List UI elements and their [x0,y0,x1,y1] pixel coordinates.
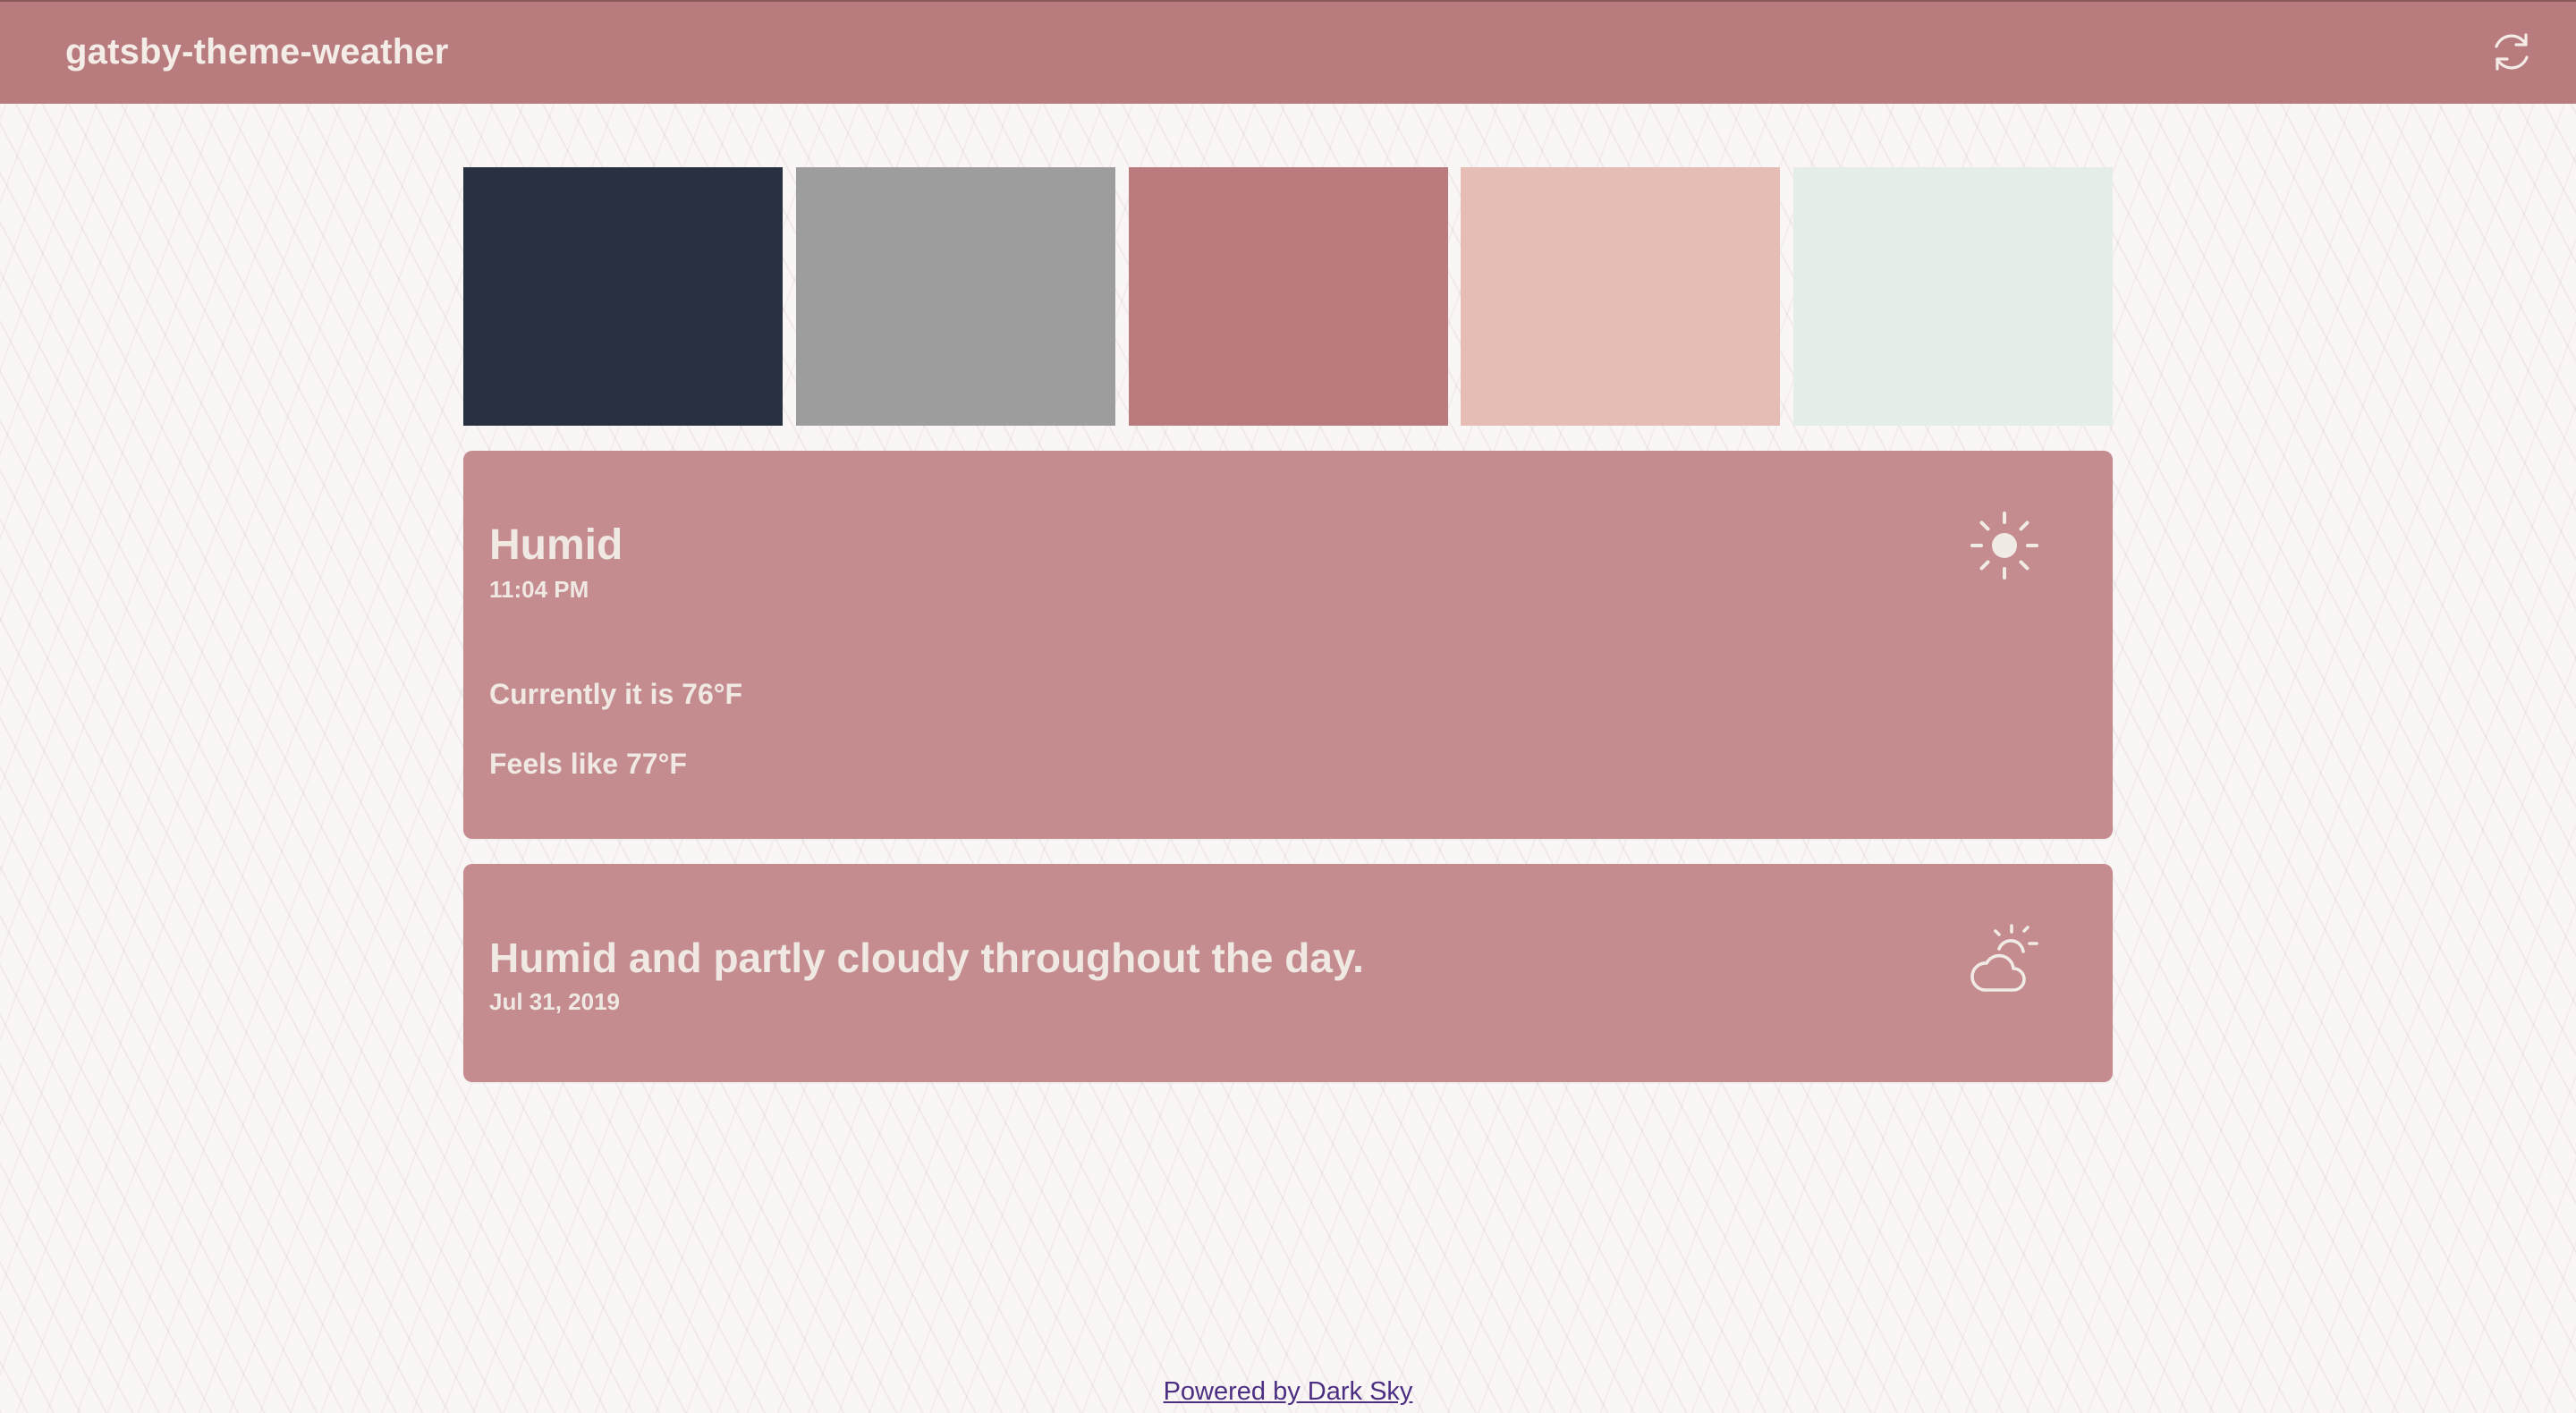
partly-cloudy-day-icon [1967,922,2042,997]
swatch-1 [463,167,783,426]
current-time: 11:04 PM [489,576,589,603]
forecast-date: Jul 31, 2019 [489,988,620,1015]
swatch-5 [1793,167,2113,426]
footer: Powered by Dark Sky [0,1377,2576,1407]
daily-summary: Humid and partly cloudy throughout the d… [489,935,1364,981]
current-summary: Humid [489,521,623,569]
swatch-2 [796,167,1115,426]
current-weather-card: Humid 11:04 PM Currently it is 76°F Feel… [463,451,2113,839]
app-title: gatsby-theme-weather [65,32,449,72]
daily-forecast-card: Humid and partly cloudy throughout the d… [463,864,2113,1082]
feels-like-temperature: Feels like 77°F [489,748,687,780]
swatch-3 [1129,167,1448,426]
sun-icon [1967,508,2042,583]
powered-by-dark-sky-link[interactable]: Powered by Dark Sky [1164,1377,1413,1406]
color-palette [463,167,2113,426]
refresh-icon [2495,33,2529,71]
top-bar: gatsby-theme-weather [0,0,2576,104]
current-temperature: Currently it is 76°F [489,678,743,710]
swatch-4 [1461,167,1780,426]
refresh-button[interactable] [2487,27,2537,77]
